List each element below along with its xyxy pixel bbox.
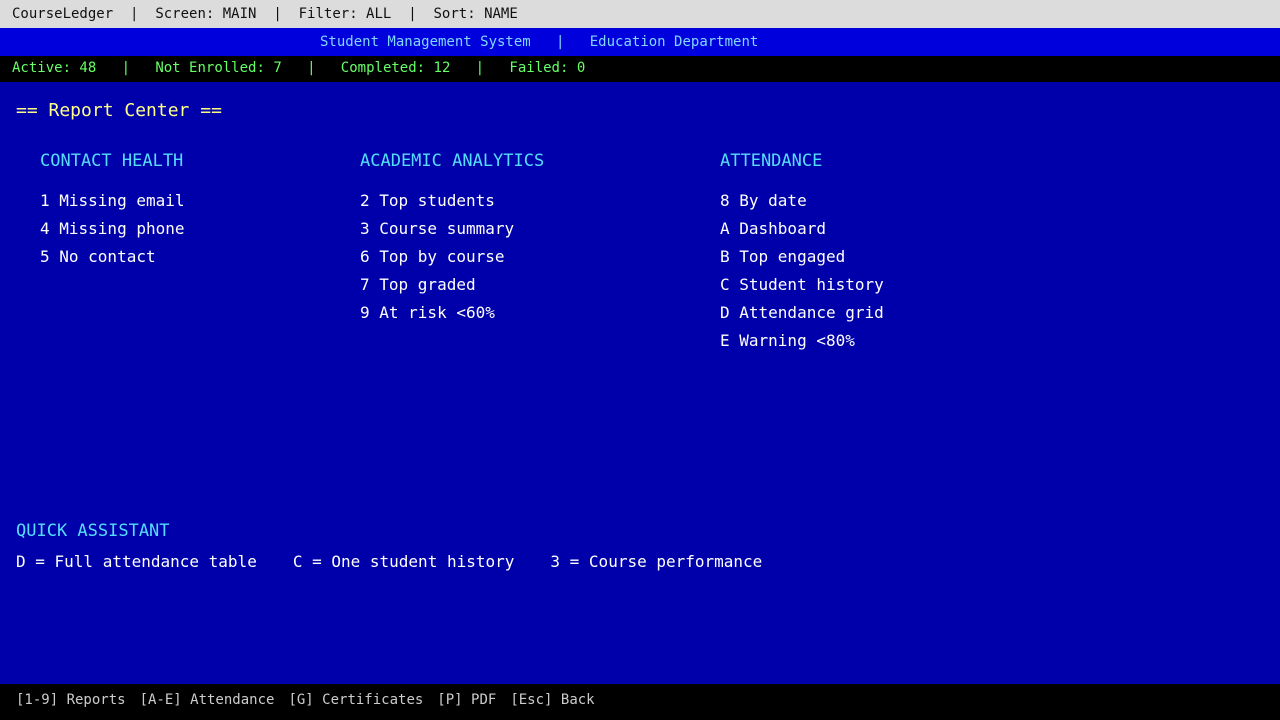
section-heading: CONTACT HEALTH [40, 151, 184, 171]
key-back[interactable]: [Esc] Back [510, 692, 594, 708]
menu-list: 1 Missing email 4 Missing phone 5 No con… [40, 187, 185, 271]
status-separator: | [121, 60, 131, 76]
status-completed: Completed: 12 [340, 60, 451, 76]
sort-indicator: Sort: NAME [433, 6, 518, 22]
menu-list: 2 Top students 3 Course summary 6 Top by… [360, 187, 544, 327]
status-not-enrolled: Not Enrolled: 7 [155, 60, 282, 76]
title-separator: | [273, 6, 282, 22]
filter-indicator: Filter: ALL [298, 6, 392, 22]
menu-item-attendance-grid[interactable]: D Attendance grid [720, 299, 884, 327]
quick-assistant-hints: D = Full attendance table C = One student… [16, 550, 798, 574]
menu-item-by-date[interactable]: 8 By date [720, 187, 884, 215]
key-hint-bar: [1-9] Reports [A-E] Attendance [G] Certifi… [0, 684, 1280, 720]
menu-item-at-risk[interactable]: 9 At risk <60% [360, 299, 544, 327]
quick-hint: D = Full attendance table [16, 552, 257, 571]
menu-item-no-contact[interactable]: 5 No contact [40, 243, 185, 271]
menu-item-top-by-course[interactable]: 6 Top by course [360, 243, 544, 271]
menu-item-warning[interactable]: E Warning <80% [720, 327, 884, 355]
quick-hint: 3 = Course performance [550, 552, 763, 571]
menu-item-course-summary[interactable]: 3 Course summary [360, 215, 544, 243]
key-attendance[interactable]: [A-E] Attendance [140, 692, 275, 708]
section-heading: ATTENDANCE [720, 151, 823, 171]
system-name: Student Management System [320, 34, 531, 50]
title-bar: CourseLedger | Screen: MAIN | Filter: AL… [0, 0, 1280, 28]
academic-analytics-section: ACADEMIC ANALYTICS 2 Top students 3 Cour… [360, 149, 544, 327]
department-name: Education Department [589, 34, 759, 50]
attendance-section: ATTENDANCE 8 By date A Dashboard B Top e… [720, 149, 884, 355]
menu-list: 8 By date A Dashboard B Top engaged C St… [720, 187, 884, 355]
status-separator: | [475, 60, 485, 76]
menu-item-top-graded[interactable]: 7 Top graded [360, 271, 544, 299]
section-heading: ACADEMIC ANALYTICS [360, 151, 545, 171]
key-reports[interactable]: [1-9] Reports [16, 692, 126, 708]
status-failed: Failed: 0 [509, 60, 586, 76]
status-active: Active: 48 [12, 60, 97, 76]
title-separator: | [408, 6, 417, 22]
quick-assistant-heading: QUICK ASSISTANT [16, 521, 170, 541]
status-bar: Active: 48 | Not Enrolled: 7 | Completed… [0, 56, 1280, 82]
key-pdf[interactable]: [P] PDF [437, 692, 496, 708]
page-title: == Report Center == [16, 100, 222, 121]
banner-separator: | [556, 34, 565, 50]
app-name: CourseLedger [12, 6, 114, 22]
quick-hint: C = One student history [292, 552, 515, 571]
menu-item-top-students[interactable]: 2 Top students [360, 187, 544, 215]
contact-health-section: CONTACT HEALTH 1 Missing email 4 Missing… [40, 149, 185, 271]
screen-indicator: Screen: MAIN [155, 6, 257, 22]
menu-item-missing-email[interactable]: 1 Missing email [40, 187, 185, 215]
menu-item-student-history[interactable]: C Student history [720, 271, 884, 299]
key-certificates[interactable]: [G] Certificates [288, 692, 423, 708]
menu-item-top-engaged[interactable]: B Top engaged [720, 243, 884, 271]
menu-item-missing-phone[interactable]: 4 Missing phone [40, 215, 185, 243]
menu-item-dashboard[interactable]: A Dashboard [720, 215, 884, 243]
system-banner: Student Management System | Education De… [0, 28, 1280, 56]
title-separator: | [130, 6, 139, 22]
status-separator: | [307, 60, 316, 76]
